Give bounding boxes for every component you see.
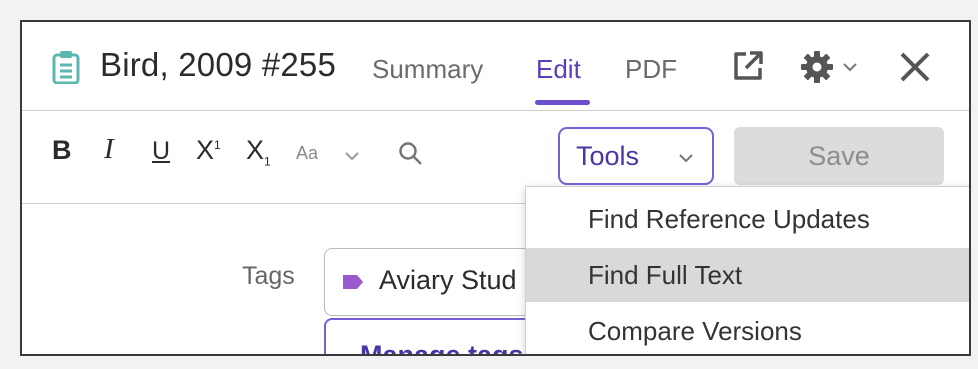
reference-panel: Bird, 2009 #255 Summary Edit PDF B I U X… [20, 20, 971, 356]
chevron-down-icon[interactable] [842, 60, 858, 78]
bold-button[interactable]: B [52, 135, 72, 166]
tags-label: Tags [242, 262, 295, 290]
reference-header: Bird, 2009 #255 Summary Edit PDF [22, 22, 969, 111]
menu-item-find-reference-updates[interactable]: Find Reference Updates [526, 192, 969, 246]
tab-summary[interactable]: Summary [372, 54, 483, 85]
chevron-down-icon [678, 151, 694, 169]
underline-button[interactable]: U [152, 137, 170, 166]
menu-item-compare-versions[interactable]: Compare Versions [526, 304, 969, 354]
superscript-button[interactable]: X1 [196, 135, 221, 166]
close-icon[interactable] [898, 50, 932, 89]
subscript-base: X [246, 135, 265, 165]
manage-tags-label: Manage tags [360, 340, 524, 356]
save-button[interactable]: Save [734, 127, 944, 185]
reference-title: Bird, 2009 #255 [100, 46, 337, 83]
tools-label: Tools [576, 141, 640, 171]
tab-edit[interactable]: Edit [536, 54, 581, 85]
tab-pdf[interactable]: PDF [625, 54, 677, 85]
tools-menu: Find Reference Updates Find Full Text Co… [525, 186, 969, 354]
italic-button[interactable]: I [104, 133, 114, 166]
gear-icon[interactable] [800, 50, 834, 89]
menu-item-find-full-text[interactable]: Find Full Text [526, 248, 969, 302]
chevron-down-icon[interactable] [344, 149, 360, 167]
subscript-mark: 1 [264, 154, 271, 169]
text-case-button[interactable]: Aa [296, 143, 318, 164]
tag-icon [341, 273, 365, 296]
tag-chip[interactable]: Aviary Stud [379, 265, 517, 296]
superscript-base: X [196, 135, 215, 165]
clipboard-icon [52, 50, 80, 89]
superscript-mark: 1 [214, 138, 221, 152]
tools-dropdown-button[interactable]: Tools [558, 127, 714, 185]
subscript-button[interactable]: X1 [246, 135, 271, 168]
active-tab-indicator [535, 100, 590, 105]
search-icon[interactable] [398, 141, 424, 172]
open-external-icon[interactable] [732, 50, 764, 87]
